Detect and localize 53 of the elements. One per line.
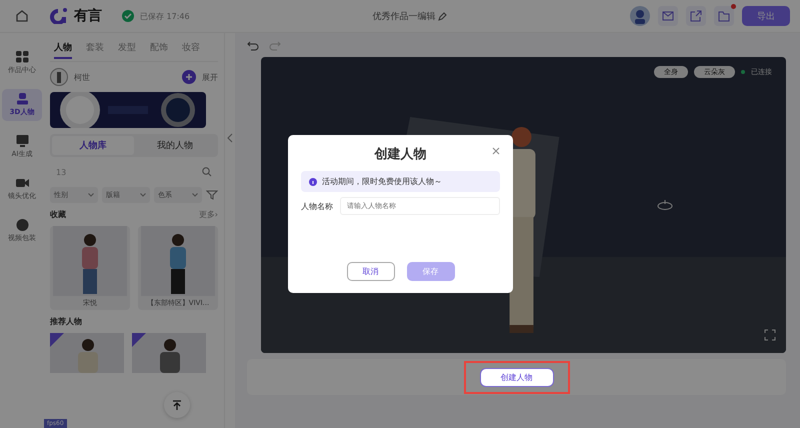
project-title: 优秀作品一编辑 <box>372 10 436 22</box>
rotate-icon[interactable] <box>656 199 674 211</box>
search-icon[interactable] <box>202 167 212 177</box>
create-character-button[interactable]: 创建人物 <box>480 368 554 386</box>
category-tab[interactable]: 套装 <box>86 41 104 59</box>
avatar-icon <box>50 68 68 86</box>
history-button[interactable] <box>714 6 734 26</box>
monitor-icon <box>16 135 28 147</box>
filter-icon[interactable] <box>206 189 218 201</box>
arrow-up-icon <box>172 400 182 410</box>
dialog-title: 创建人物 <box>374 146 426 163</box>
grid-icon <box>16 51 28 63</box>
undo-icon[interactable] <box>247 41 259 51</box>
avatar-icon[interactable] <box>630 6 650 26</box>
field-label: 人物名称 <box>301 200 333 212</box>
app-logo: 有言 <box>74 7 102 25</box>
camera-icon <box>16 177 28 189</box>
home-icon[interactable] <box>15 9 29 23</box>
search-field[interactable]: 13 <box>50 163 218 181</box>
category-tab[interactable]: 发型 <box>118 41 136 59</box>
expand-link[interactable]: 展开 <box>202 72 218 82</box>
more-link[interactable]: 更多› <box>198 209 218 220</box>
mail-button[interactable] <box>658 6 678 26</box>
category-tab[interactable]: 人物 <box>54 41 72 59</box>
library-tab[interactable]: 人物库 <box>52 136 134 155</box>
chevron-down-icon <box>88 193 94 197</box>
export-button[interactable]: 导出 <box>742 6 790 26</box>
save-button[interactable]: 保存 <box>406 262 454 281</box>
notice-text: 活动期间，限时免费使用该人物～ <box>322 176 442 187</box>
folder-icon <box>718 10 730 22</box>
section-title: 收藏 <box>50 209 66 220</box>
chevron-down-icon <box>140 193 146 197</box>
section-title: 推荐人物 <box>50 316 83 327</box>
save-status: 已保存 17:46 <box>140 10 190 22</box>
check-icon <box>122 10 134 22</box>
edit-icon[interactable] <box>438 12 448 20</box>
mail-icon <box>662 11 674 21</box>
back-to-top-button[interactable] <box>164 392 190 418</box>
library-tab[interactable]: 我的人物 <box>134 136 216 155</box>
info-icon <box>309 178 317 186</box>
chevron-down-icon <box>192 193 198 197</box>
share-icon <box>690 10 702 22</box>
close-icon[interactable] <box>492 147 500 155</box>
status-dot <box>741 70 745 74</box>
category-tab[interactable]: 妆容 <box>182 41 200 59</box>
logo-icon <box>50 8 68 24</box>
character-name: 柯世 <box>74 72 91 82</box>
collapse-icon[interactable] <box>227 133 233 143</box>
category-tab[interactable]: 配饰 <box>150 41 168 59</box>
add-icon[interactable] <box>182 70 196 84</box>
share-button[interactable] <box>686 6 706 26</box>
cancel-button[interactable]: 取消 <box>346 262 394 281</box>
fullscreen-icon[interactable] <box>764 329 776 341</box>
